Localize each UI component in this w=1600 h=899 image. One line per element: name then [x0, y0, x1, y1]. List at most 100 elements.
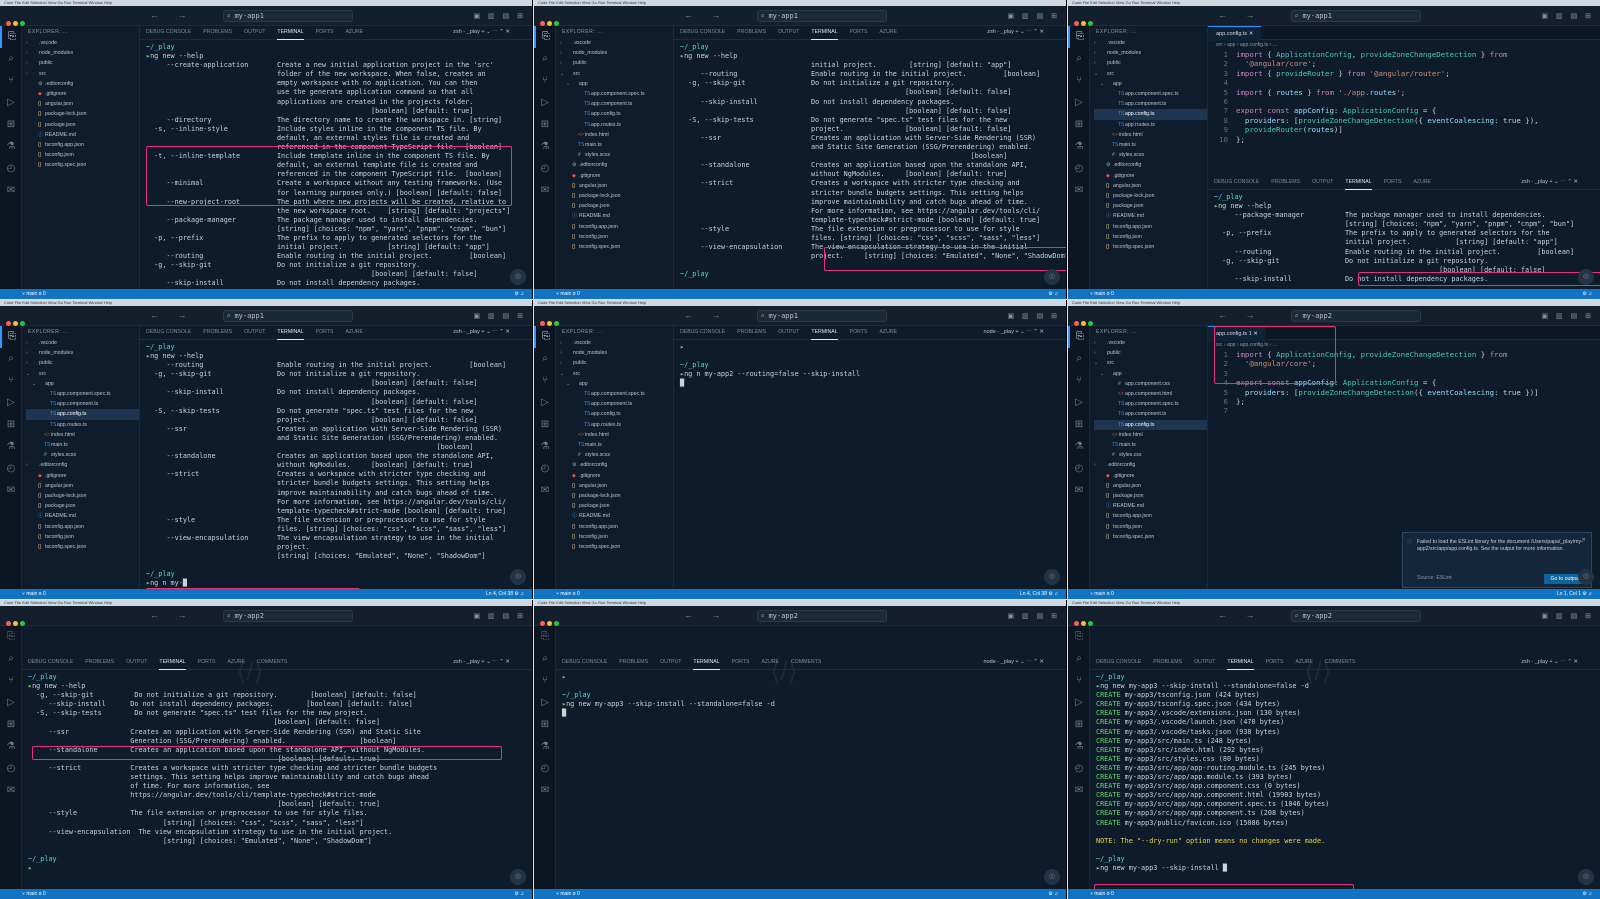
tree-item[interactable]: ◆ .gitignore — [1094, 171, 1207, 181]
tree-item[interactable]: {} package-lock.json — [26, 109, 139, 119]
source-control-icon[interactable]: ⑂ — [534, 370, 556, 392]
tab-terminal[interactable]: TERMINAL — [811, 26, 838, 40]
tree-item[interactable]: › .editorconfig — [1094, 460, 1207, 470]
terminal-output[interactable]: ▸ ~/_play ▸ng new my-app3 --skip-install… — [556, 670, 1066, 721]
tree-item[interactable]: TSapp.routes.ts — [560, 420, 673, 430]
tree-item[interactable]: {} tsconfig.app.json — [1094, 222, 1207, 232]
branch-indicator[interactable]: ⑂ main — [556, 291, 571, 297]
layout-toggle-icons[interactable]: ▣ ▥ ▤ ⊞ — [1541, 312, 1594, 320]
chat-icon[interactable]: ✉ — [1068, 480, 1090, 502]
tree-item[interactable]: ◆ .gitignore — [26, 471, 139, 481]
tree-item[interactable]: ⚙ .editorconfig — [560, 160, 673, 170]
source-control-icon[interactable]: ⑂ — [0, 670, 22, 692]
run-debug-icon[interactable]: ▷ — [0, 92, 22, 114]
tree-item[interactable]: {} package.json — [560, 501, 673, 511]
search-icon[interactable]: ⌕ — [1068, 348, 1090, 370]
search-icon[interactable]: ⌕ — [0, 48, 22, 70]
tab-comments[interactable]: COMMENTS — [791, 656, 821, 669]
copilot-icon[interactable]: ◎ — [510, 269, 526, 285]
tree-item[interactable]: ⌄ src — [560, 369, 673, 379]
layout-toggle-icons[interactable]: ▣ ▥ ▤ ⊞ — [1007, 312, 1060, 320]
tree-item[interactable]: {} tsconfig.json — [560, 232, 673, 242]
search-icon[interactable]: ⌕ — [534, 48, 556, 70]
tree-item[interactable]: # styles.scss — [1094, 150, 1207, 160]
chat-icon[interactable]: ✉ — [0, 180, 22, 202]
problems-indicator[interactable]: ⊗ 0 — [1107, 891, 1114, 897]
tree-item[interactable]: ◆ .gitignore — [560, 471, 673, 481]
tab-output[interactable]: OUTPUT — [126, 656, 147, 669]
tree-item[interactable]: ⓘ README.md — [26, 130, 139, 140]
tree-item[interactable]: TSapp.config.ts — [1094, 419, 1207, 430]
tree-item[interactable]: › .vscode — [26, 338, 139, 348]
tree-item[interactable]: {} tsconfig.app.json — [1094, 511, 1207, 521]
testing-icon[interactable]: ⚗ — [1068, 136, 1090, 158]
tree-item[interactable]: {} tsconfig.app.json — [560, 222, 673, 232]
tree-item[interactable]: › public — [1094, 348, 1207, 358]
tab-ports[interactable]: PORTS — [1266, 656, 1284, 669]
tree-item[interactable]: › .vscode — [26, 38, 139, 48]
problems-indicator[interactable]: ⊗ 0 — [39, 291, 46, 297]
explorer-icon[interactable]: ⎘ — [0, 626, 22, 648]
chat-icon[interactable]: ✉ — [534, 180, 556, 202]
tab-ports[interactable]: PORTS — [198, 656, 216, 669]
tree-item[interactable]: <>index.html — [560, 430, 673, 440]
cursor-position[interactable]: ⚙ ♫ — [514, 889, 524, 899]
extensions-icon[interactable]: ⊞ — [534, 114, 556, 136]
branch-indicator[interactable]: ⑂ main — [1090, 891, 1105, 897]
tab-azure[interactable]: AZURE — [879, 326, 897, 339]
tree-item[interactable]: {} tsconfig.spec.json — [560, 542, 673, 552]
branch-indicator[interactable]: ⑂ main — [22, 891, 37, 897]
nav-arrows-icon[interactable]: ← → — [150, 10, 195, 20]
tree-item[interactable]: ⚙ .editorconfig — [26, 79, 139, 89]
tree-item[interactable]: {} package.json — [1094, 201, 1207, 211]
tree-item[interactable]: {} tsconfig.spec.json — [1094, 532, 1207, 542]
command-center-search[interactable]: my-app2 — [223, 610, 354, 622]
tree-item[interactable]: TSapp.routes.ts — [560, 120, 673, 130]
remote-icon[interactable]: ◴ — [1068, 758, 1090, 780]
tree-item[interactable]: TSapp.config.ts — [26, 409, 139, 420]
copilot-icon[interactable]: ◎ — [510, 869, 526, 885]
command-center-search[interactable]: my-app2 — [1291, 610, 1422, 622]
terminal-output[interactable]: ~/_play ▸ng new --help --routing Enable … — [140, 340, 532, 592]
tree-item[interactable]: ⌄ app — [1094, 369, 1207, 379]
tree-item[interactable]: TSmain.ts — [1094, 440, 1207, 450]
command-center-search[interactable]: my-app1 — [757, 10, 888, 22]
terminal-output[interactable]: ~/_play ▸ng new my-app3 --skip-install -… — [1090, 670, 1600, 876]
explorer-icon[interactable]: ⎘ — [0, 26, 22, 48]
tab-problems[interactable]: PROBLEMS — [737, 326, 766, 339]
tree-item[interactable]: ⓘ README.md — [1094, 501, 1207, 511]
tree-item[interactable]: {} angular.json — [26, 481, 139, 491]
tree-item[interactable]: ⓘ README.md — [26, 511, 139, 521]
testing-icon[interactable]: ⚗ — [0, 736, 22, 758]
layout-toggle-icons[interactable]: ▣ ▥ ▤ ⊞ — [473, 312, 526, 320]
tree-item[interactable]: ⓘ README.md — [1094, 211, 1207, 221]
chat-icon[interactable]: ✉ — [1068, 780, 1090, 802]
tab-output[interactable]: OUTPUT — [1194, 656, 1215, 669]
breadcrumb[interactable]: src › app › app.config.ts › ... — [1208, 340, 1600, 350]
search-icon[interactable]: ⌕ — [534, 648, 556, 670]
problems-indicator[interactable]: ⊗ 0 — [39, 891, 46, 897]
tree-item[interactable]: › .vscode — [1094, 338, 1207, 348]
tree-item[interactable]: TSapp.config.ts — [560, 409, 673, 419]
cursor-position[interactable]: ⚙ ♫ — [1048, 889, 1058, 899]
cursor-position[interactable]: Ln 4, Col 38 ⚙ ♫ — [1020, 589, 1058, 599]
tab-terminal[interactable]: TERMINAL — [811, 326, 838, 340]
terminal-output[interactable]: ~/_play ▸ng new --help initial project. … — [674, 40, 1066, 282]
source-control-icon[interactable]: ⑂ — [0, 370, 22, 392]
tab-output[interactable]: OUTPUT — [1312, 176, 1333, 189]
terminal-shell-name[interactable]: zsh - _play + ⌄ ⋯ ⌃ ✕ — [453, 26, 510, 39]
tab-problems[interactable]: PROBLEMS — [203, 26, 232, 39]
tree-item[interactable]: {} tsconfig.app.json — [560, 522, 673, 532]
tree-item[interactable]: › public — [560, 58, 673, 68]
nav-arrows-icon[interactable]: ← → — [1218, 10, 1263, 20]
tree-item[interactable]: TSapp.component.ts — [1094, 99, 1207, 109]
tab-debug-console[interactable]: DEBUG CONSOLE — [1096, 656, 1141, 669]
nav-arrows-icon[interactable]: ← → — [684, 310, 729, 320]
tab-terminal[interactable]: TERMINAL — [1227, 656, 1254, 670]
remote-icon[interactable]: ◴ — [1068, 158, 1090, 180]
tree-item[interactable]: TSapp.component.spec.ts — [1094, 399, 1207, 409]
terminal-shell-name[interactable]: zsh - _play + ⌄ ⋯ ⌃ ✕ — [1521, 176, 1578, 189]
tab-azure[interactable]: AZURE — [345, 26, 363, 39]
tree-item[interactable]: TSapp.component.ts — [560, 99, 673, 109]
tab-problems[interactable]: PROBLEMS — [85, 656, 114, 669]
